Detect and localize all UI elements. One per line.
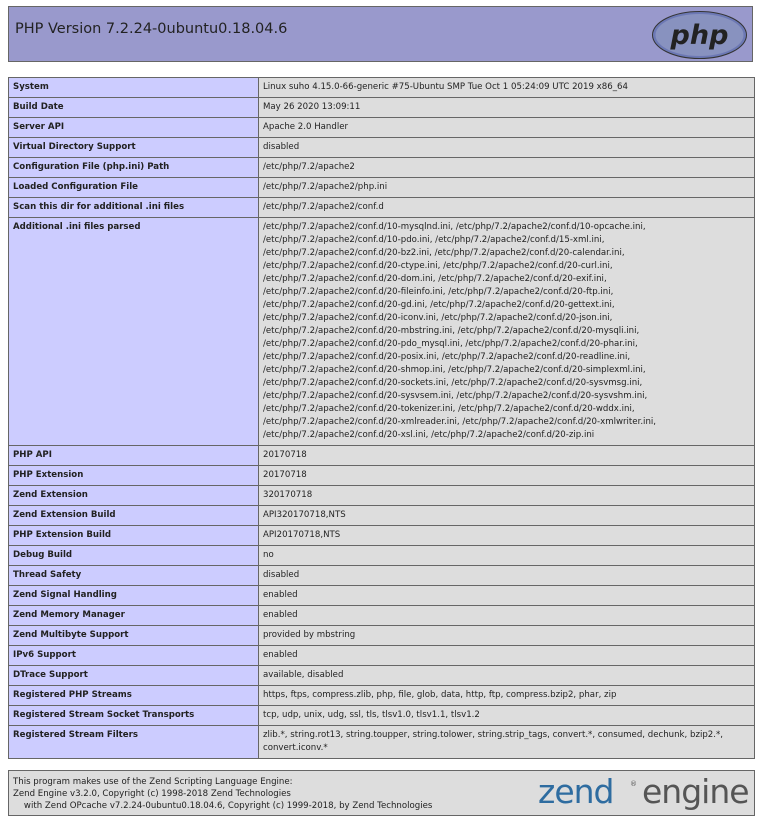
table-row: Configuration File (php.ini) Path/etc/ph…: [8, 157, 755, 178]
row-value: /etc/php/7.2/apache2/conf.d/10-mysqlnd.i…: [258, 217, 755, 446]
row-key: Scan this dir for additional .ini files: [8, 197, 259, 218]
row-key: Virtual Directory Support: [8, 137, 259, 158]
row-value: provided by mbstring: [258, 625, 755, 646]
row-value: disabled: [258, 565, 755, 586]
row-key: DTrace Support: [8, 665, 259, 686]
row-value: enabled: [258, 605, 755, 626]
row-value: tcp, udp, unix, udg, ssl, tls, tlsv1.0, …: [258, 705, 755, 726]
row-value: https, ftps, compress.zlib, php, file, g…: [258, 685, 755, 706]
table-row: Zend Extension Build API320170718,NTS: [8, 505, 755, 526]
page-header: PHP Version 7.2.24-0ubuntu0.18.04.6 php: [8, 6, 753, 62]
page-title: PHP Version 7.2.24-0ubuntu0.18.04.6: [15, 21, 288, 37]
table-row: Zend Signal Handling enabled: [8, 585, 755, 606]
table-row: Virtual Directory Support disabled: [8, 137, 755, 158]
row-key: Registered PHP Streams: [8, 685, 259, 706]
zend-logo-word: zend: [538, 772, 614, 811]
row-value: /etc/php/7.2/apache2: [258, 157, 755, 178]
table-row: IPv6 Support enabled: [8, 645, 755, 666]
row-value: disabled: [258, 137, 755, 158]
row-key: Zend Signal Handling: [8, 585, 259, 606]
row-value: enabled: [258, 645, 755, 666]
footer: This program makes use of the Zend Scrip…: [8, 770, 755, 816]
row-value: enabled: [258, 585, 755, 606]
row-key: Zend Multibyte Support: [8, 625, 259, 646]
row-key: Zend Memory Manager: [8, 605, 259, 626]
row-key: Zend Extension: [8, 485, 259, 506]
row-key: PHP API: [8, 445, 259, 466]
row-value: /etc/php/7.2/apache2/conf.d: [258, 197, 755, 218]
table-row: Additional .ini files parsed/etc/php/7.2…: [8, 217, 755, 446]
table-row: Zend Extension 320170718: [8, 485, 755, 506]
row-value: 320170718: [258, 485, 755, 506]
row-key: Additional .ini files parsed: [8, 217, 259, 446]
row-value: Linux suho 4.15.0-66-generic #75-Ubuntu …: [258, 77, 755, 98]
zend-engine-logo: zend ® engine: [538, 772, 750, 812]
row-value: Apache 2.0 Handler: [258, 117, 755, 138]
row-key: Loaded Configuration File: [8, 177, 259, 198]
row-key: Registered Stream Socket Transports: [8, 705, 259, 726]
table-row: Scan this dir for additional .ini files /…: [8, 197, 755, 218]
row-key: Debug Build: [8, 545, 259, 566]
engine-logo-word: engine: [642, 772, 750, 811]
table-row: PHP Extension Build API20170718,NTS: [8, 525, 755, 546]
row-key: System: [8, 77, 259, 98]
table-row: Registered PHP Streams https, ftps, compr…: [8, 685, 755, 706]
row-value: API320170718,NTS: [258, 505, 755, 526]
row-key: Zend Extension Build: [8, 505, 259, 526]
table-row: DTrace Support available, disabled: [8, 665, 755, 686]
row-value: /etc/php/7.2/apache2/php.ini: [258, 177, 755, 198]
table-row: Registered Stream Filters zlib.*, string.…: [8, 725, 755, 759]
table-row: Zend Multibyte Support provided by mbstri…: [8, 625, 755, 646]
row-key: Server API: [8, 117, 259, 138]
row-key: Registered Stream Filters: [8, 725, 259, 759]
row-key: PHP Extension Build: [8, 525, 259, 546]
table-row: Build Date May 26 2020 13:09:11: [8, 97, 755, 118]
table-row: PHP Extension 20170718: [8, 465, 755, 486]
row-value: zlib.*, string.rot13, string.toupper, st…: [258, 725, 755, 759]
row-key: PHP Extension: [8, 465, 259, 486]
row-key: Thread Safety: [8, 565, 259, 586]
registered-mark: ®: [630, 780, 637, 788]
table-row: System Linux suho 4.15.0-66-generic #75-U…: [8, 77, 755, 98]
row-value: May 26 2020 13:09:11: [258, 97, 755, 118]
row-key: Build Date: [8, 97, 259, 118]
table-row: Debug Build no: [8, 545, 755, 566]
php-logo-icon: php: [652, 11, 747, 59]
table-row: PHP API 20170718: [8, 445, 755, 466]
table-row: Registered Stream Socket Transports tcp, …: [8, 705, 755, 726]
row-value: 20170718: [258, 465, 755, 486]
php-logo-text: php: [670, 20, 729, 51]
info-table: System Linux suho 4.15.0-66-generic #75-U…: [8, 77, 755, 759]
table-row: Zend Memory Manager enabled: [8, 605, 755, 626]
row-value: available, disabled: [258, 665, 755, 686]
table-row: Loaded Configuration File/etc/php/7.2/ap…: [8, 177, 755, 198]
row-key: IPv6 Support: [8, 645, 259, 666]
table-row: Server API Apache 2.0 Handler: [8, 117, 755, 138]
table-row: Thread Safety disabled: [8, 565, 755, 586]
row-key: Configuration File (php.ini) Path: [8, 157, 259, 178]
footer-text: This program makes use of the Zend Scrip…: [13, 777, 433, 811]
row-value: no: [258, 545, 755, 566]
row-value: API20170718,NTS: [258, 525, 755, 546]
row-value: 20170718: [258, 445, 755, 466]
